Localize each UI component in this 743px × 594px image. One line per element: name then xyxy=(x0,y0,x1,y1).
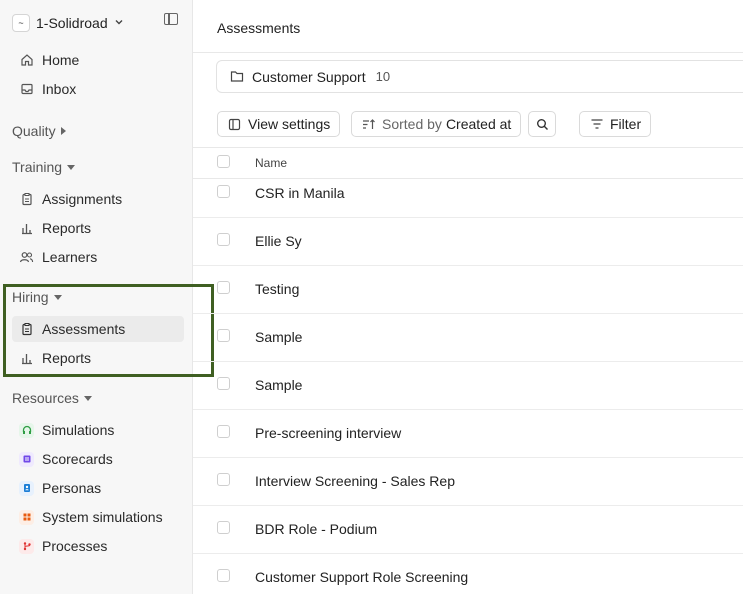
row-checkbox[interactable] xyxy=(217,185,230,198)
sidebar-item-learners[interactable]: Learners xyxy=(12,244,184,270)
sidebar-item-label: Learners xyxy=(42,249,98,265)
inbox-icon xyxy=(19,82,34,97)
main-content: Assessments Customer Support 10 View set… xyxy=(193,0,743,594)
process-branch-icon xyxy=(19,538,34,554)
view-settings-label: View settings xyxy=(248,116,331,132)
sidebar-item-simulations[interactable]: Simulations xyxy=(12,417,184,443)
section-label: Quality xyxy=(12,123,56,139)
sort-value: Created at xyxy=(445,116,512,132)
columns-icon xyxy=(227,117,242,132)
folder-breadcrumb[interactable]: Customer Support 10 xyxy=(216,60,743,93)
sidebar-item-assignments[interactable]: Assignments xyxy=(12,186,184,212)
row-name: Sample xyxy=(255,329,303,345)
caret-right-icon xyxy=(60,127,66,135)
section-label: Resources xyxy=(12,390,79,406)
row-name: Testing xyxy=(255,281,300,297)
table-row[interactable]: Sample xyxy=(193,362,743,410)
chevron-down-icon xyxy=(114,17,124,30)
sort-icon xyxy=(361,117,376,132)
home-icon xyxy=(19,53,34,68)
folder-name: Customer Support xyxy=(252,68,366,85)
workspace-name: 1-Solidroad xyxy=(36,15,108,31)
row-checkbox[interactable] xyxy=(217,473,230,486)
table-row[interactable]: Sample xyxy=(193,314,743,362)
sidebar-item-label: System simulations xyxy=(42,509,163,525)
sidebar-item-system-simulations[interactable]: System simulations xyxy=(12,504,184,530)
sidebar-item-inbox[interactable]: Inbox xyxy=(12,76,184,102)
sidebar-toggle-icon[interactable] xyxy=(164,13,178,25)
row-name: Sample xyxy=(255,377,303,393)
system-simulation-icon xyxy=(19,509,34,525)
sidebar-item-home[interactable]: Home xyxy=(12,47,184,73)
headset-icon xyxy=(19,422,34,438)
section-resources[interactable]: Resources xyxy=(12,388,92,408)
persona-icon xyxy=(19,480,34,496)
folder-icon xyxy=(229,69,244,84)
filter-button[interactable]: Filter xyxy=(579,111,652,137)
sidebar-item-label: Reports xyxy=(42,220,92,236)
sidebar-item-label: Inbox xyxy=(42,81,77,97)
row-checkbox[interactable] xyxy=(217,569,230,582)
folder-count: 10 xyxy=(375,69,391,84)
table-row[interactable]: Ellie Sy xyxy=(193,218,743,266)
sidebar-item-scorecards[interactable]: Scorecards xyxy=(12,446,184,472)
page-title: Assessments xyxy=(217,20,301,36)
sidebar-item-label: Assignments xyxy=(42,191,123,207)
row-checkbox[interactable] xyxy=(217,233,230,246)
row-name: CSR in Manila xyxy=(255,185,345,201)
row-checkbox[interactable] xyxy=(217,425,230,438)
search-icon xyxy=(535,117,549,132)
sort-button[interactable]: Sorted by Created at xyxy=(351,111,522,137)
workspace-logo-icon: ~ xyxy=(12,14,30,32)
row-checkbox[interactable] xyxy=(217,521,230,534)
table-row[interactable]: BDR Role - Podium xyxy=(193,506,743,554)
sidebar-item-label: Home xyxy=(42,52,80,68)
row-name: Pre-screening interview xyxy=(255,425,402,441)
sort-label: Sorted by xyxy=(382,116,442,132)
row-checkbox[interactable] xyxy=(217,377,230,390)
table-row[interactable]: Customer Support Role Screening xyxy=(193,554,743,594)
filter-label: Filter xyxy=(610,116,642,132)
table-row[interactable]: Testing xyxy=(193,266,743,314)
row-checkbox[interactable] xyxy=(217,281,230,294)
caret-down-icon xyxy=(67,164,76,170)
sidebar-item-training-reports[interactable]: Reports xyxy=(12,215,184,241)
sidebar-item-label: Processes xyxy=(42,538,108,554)
column-header-name[interactable]: Name xyxy=(255,156,287,170)
bar-chart-icon xyxy=(19,221,34,236)
users-icon xyxy=(19,250,34,265)
select-all-checkbox[interactable] xyxy=(217,155,230,168)
table-row[interactable]: CSR in Manila xyxy=(193,179,743,218)
row-name: Interview Screening - Sales Rep xyxy=(255,473,455,489)
search-button[interactable] xyxy=(528,111,556,137)
row-checkbox[interactable] xyxy=(217,329,230,342)
section-label: Training xyxy=(12,159,63,175)
divider xyxy=(193,52,743,53)
view-settings-button[interactable]: View settings xyxy=(217,111,341,137)
sidebar-item-label: Scorecards xyxy=(42,451,113,467)
hiring-highlight-frame xyxy=(3,284,214,377)
scorecard-icon xyxy=(19,451,34,467)
sidebar-item-personas[interactable]: Personas xyxy=(12,475,184,501)
workspace-switcher[interactable]: ~ 1-Solidroad xyxy=(12,12,124,34)
table-header: Name xyxy=(193,147,743,179)
row-name: BDR Role - Podium xyxy=(255,521,378,537)
section-training[interactable]: Training xyxy=(12,157,76,177)
caret-down-icon xyxy=(83,395,92,401)
section-quality[interactable]: Quality xyxy=(12,121,66,141)
sidebar-item-processes[interactable]: Processes xyxy=(12,533,184,559)
sidebar-item-label: Simulations xyxy=(42,422,115,438)
sidebar-item-label: Personas xyxy=(42,480,102,496)
table-row[interactable]: Interview Screening - Sales Rep xyxy=(193,458,743,506)
clipboard-icon xyxy=(19,192,34,207)
table-row[interactable]: Pre-screening interview xyxy=(193,410,743,458)
row-name: Customer Support Role Screening xyxy=(255,569,469,585)
row-name: Ellie Sy xyxy=(255,233,302,249)
filter-icon xyxy=(589,117,604,132)
